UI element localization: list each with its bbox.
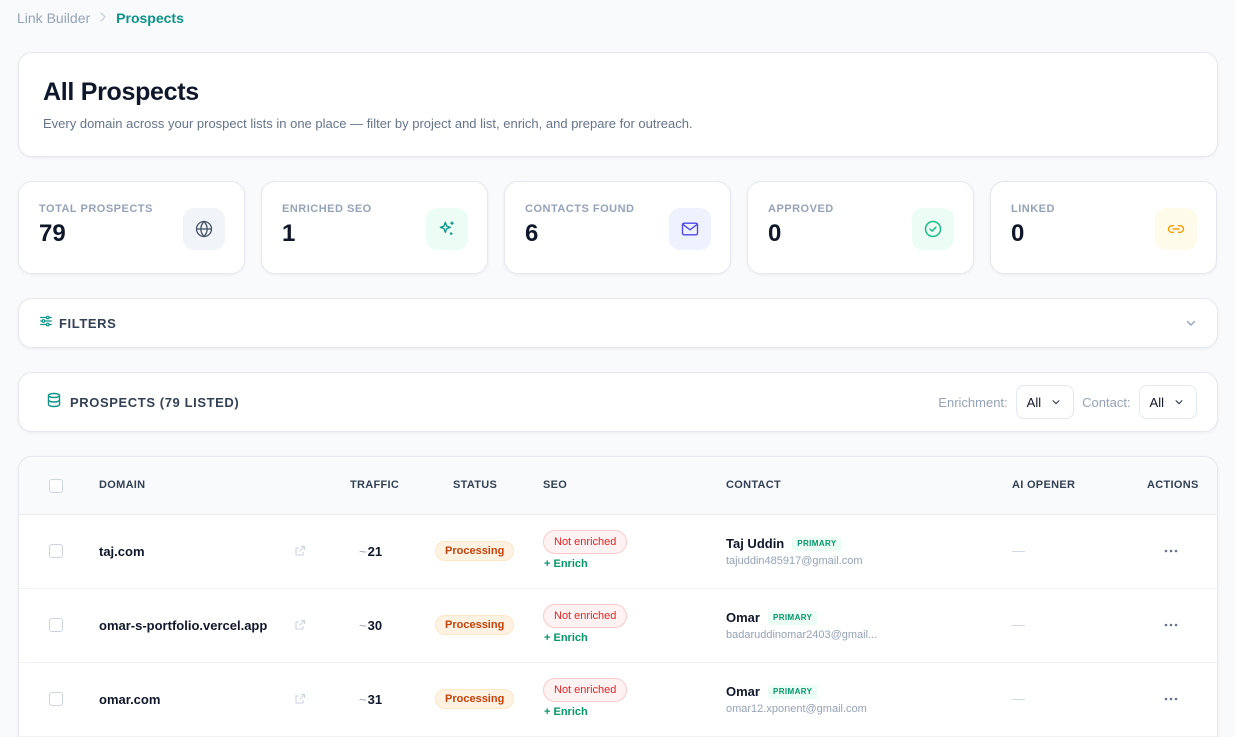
traffic-number: 30: [367, 618, 383, 633]
domain-link[interactable]: taj.com: [99, 544, 145, 559]
chevron-right-icon: [99, 11, 107, 25]
contact-name: Taj Uddin PRIMARY: [726, 536, 842, 551]
row-checkbox[interactable]: [49, 544, 63, 558]
prospects-header: PROSPECTS (79 LISTED) Enrichment: All Co…: [18, 372, 1218, 432]
seo-status-badge: Not enriched: [543, 678, 628, 702]
table-header: DOMAIN TRAFFIC STATUS SEO CONTACT AI OPE…: [19, 457, 1217, 515]
chevron-down-icon[interactable]: [1185, 316, 1197, 334]
contact-email: badaruddinomar2403@gmail...: [726, 629, 878, 641]
enrichment-label: Enrichment:: [938, 394, 1008, 410]
chevron-down-icon: [1051, 395, 1061, 410]
database-icon: [46, 392, 62, 413]
contact-select[interactable]: All: [1138, 385, 1197, 419]
page-title: All Prospects: [43, 78, 199, 106]
breadcrumb-link-builder[interactable]: Link Builder: [17, 10, 90, 26]
prospects-filters: Enrichment: All Contact: All: [938, 385, 1197, 419]
traffic-approx-sign: ~: [359, 544, 367, 559]
ai-opener-empty: —: [1012, 691, 1025, 706]
sparkles-icon: [426, 208, 468, 250]
enrich-button[interactable]: + Enrich: [544, 706, 588, 718]
traffic-value: ~30: [359, 618, 382, 633]
contact-name-text: Omar: [726, 684, 760, 699]
table-row[interactable]: omar-s-portfolio.vercel.app ~30 Processi…: [19, 589, 1217, 663]
more-actions-icon[interactable]: [1163, 543, 1179, 559]
chevron-down-icon: [1174, 395, 1184, 410]
domain-link[interactable]: omar-s-portfolio.vercel.app: [99, 618, 267, 633]
globe-icon: [183, 208, 225, 250]
column-header-ai-opener[interactable]: AI OPENER: [1012, 479, 1075, 491]
row-checkbox[interactable]: [49, 692, 63, 706]
breadcrumb-current: Prospects: [116, 10, 184, 26]
status-badge: Processing: [435, 615, 515, 635]
link-icon: [1155, 208, 1197, 250]
status-badge: Processing: [435, 541, 515, 561]
external-link-icon[interactable]: [294, 618, 306, 636]
external-link-icon[interactable]: [294, 544, 306, 562]
prospects-title: PROSPECTS (79 LISTED): [70, 394, 240, 410]
seo-status-badge: Not enriched: [543, 530, 628, 554]
breadcrumb: Link Builder Prospects: [17, 9, 184, 27]
filters-panel-toggle[interactable]: FILTERS: [18, 298, 1218, 348]
column-header-actions: ACTIONS: [1147, 479, 1199, 491]
enrichment-value: All: [1026, 394, 1042, 410]
contact-name: Omar PRIMARY: [726, 684, 818, 699]
contact-label: Contact:: [1082, 394, 1131, 410]
column-header-contact[interactable]: CONTACT: [726, 479, 781, 491]
more-actions-icon[interactable]: [1163, 617, 1179, 633]
table-row[interactable]: omar.com ~31 Processing Not enriched + E…: [19, 663, 1217, 737]
contact-value: All: [1149, 394, 1164, 410]
page-subtitle: Every domain across your prospect lists …: [43, 116, 693, 131]
traffic-approx-sign: ~: [359, 692, 367, 707]
domain-link[interactable]: omar.com: [99, 692, 160, 707]
primary-badge: PRIMARY: [767, 684, 818, 699]
enrichment-select[interactable]: All: [1015, 385, 1075, 419]
primary-badge: PRIMARY: [767, 610, 818, 625]
primary-badge: PRIMARY: [792, 536, 842, 551]
select-all-checkbox[interactable]: [49, 479, 63, 493]
contact-email: tajuddin485917@gmail.com: [726, 555, 863, 567]
contact-name-text: Omar: [726, 610, 760, 625]
column-header-status[interactable]: STATUS: [453, 479, 497, 491]
traffic-value: ~31: [359, 692, 382, 707]
table-row[interactable]: taj.com ~21 Processing Not enriched + En…: [19, 515, 1217, 589]
check-circle-icon: [912, 208, 954, 250]
column-header-seo[interactable]: SEO: [543, 479, 567, 491]
stat-card-total-prospects: TOTAL PROSPECTS 79: [18, 181, 245, 274]
status-badge: Processing: [435, 689, 515, 709]
more-actions-icon[interactable]: [1163, 691, 1179, 707]
row-checkbox[interactable]: [49, 618, 63, 632]
stat-card-contacts-found: CONTACTS FOUND 6: [504, 181, 731, 274]
seo-status-badge: Not enriched: [543, 604, 628, 628]
page-header-card: All Prospects Every domain across your p…: [18, 52, 1218, 157]
prospects-table: DOMAIN TRAFFIC STATUS SEO CONTACT AI OPE…: [18, 456, 1218, 737]
traffic-number: 31: [367, 692, 383, 707]
column-header-domain[interactable]: DOMAIN: [99, 479, 145, 491]
stat-card-enriched-seo: ENRICHED SEO 1: [261, 181, 488, 274]
traffic-value: ~21: [359, 544, 382, 559]
sliders-icon: [39, 314, 53, 333]
ai-opener-empty: —: [1012, 617, 1025, 632]
stat-card-linked: LINKED 0: [990, 181, 1217, 274]
mail-icon: [669, 208, 711, 250]
ai-opener-empty: —: [1012, 543, 1025, 558]
enrich-button[interactable]: + Enrich: [544, 632, 588, 644]
traffic-number: 21: [367, 544, 383, 559]
contact-name: Omar PRIMARY: [726, 610, 818, 625]
column-header-traffic[interactable]: TRAFFIC: [350, 479, 399, 491]
stat-card-approved: APPROVED 0: [747, 181, 974, 274]
contact-name-text: Taj Uddin: [726, 536, 785, 551]
filters-title: FILTERS: [59, 315, 117, 331]
contact-email: omar12.xponent@gmail.com: [726, 703, 867, 715]
traffic-approx-sign: ~: [359, 618, 367, 633]
enrich-button[interactable]: + Enrich: [544, 558, 588, 570]
external-link-icon[interactable]: [294, 692, 306, 710]
